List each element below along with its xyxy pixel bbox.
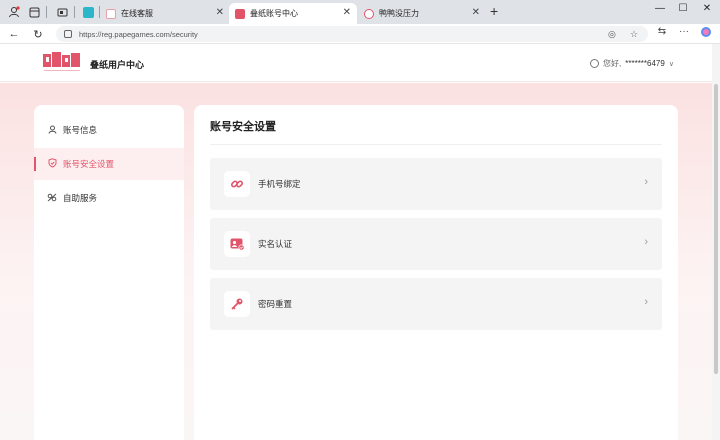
copilot-icon[interactable] <box>698 26 714 41</box>
row-label: 密码重置 <box>258 299 293 309</box>
link-icon <box>224 171 250 197</box>
sidebar-item-label: 账号安全设置 <box>63 159 115 169</box>
new-tab-icon[interactable]: + <box>490 3 498 19</box>
minimize-icon[interactable]: — <box>650 3 670 14</box>
shield-icon <box>47 158 57 170</box>
site-header: 叠纸用户中心 您好, *******6479 ∨ <box>0 44 712 82</box>
tab-label: 鸭鸭没压力 <box>379 9 419 18</box>
row-label: 实名认证 <box>258 239 293 249</box>
sidebar-item-account-info[interactable]: 账号信息 <box>34 114 184 146</box>
tab-actions-icon[interactable] <box>54 4 70 20</box>
close-tab-icon[interactable]: ✕ <box>216 7 224 18</box>
browser-toolbar: ← ↻ https://reg.papegames.com/security ◎… <box>0 24 720 44</box>
maximize-icon[interactable]: ☐ <box>673 3 693 14</box>
security-panel: 账号安全设置 手机号绑定 › 实名认证 › 密码重置 › <box>194 105 678 440</box>
security-row-phone-binding[interactable]: 手机号绑定 › <box>210 158 662 210</box>
profile-icon[interactable] <box>6 4 22 20</box>
tab-favicon-icon <box>235 8 245 19</box>
tab-yaya[interactable]: 鸭鸭没压力 ✕ <box>358 3 486 24</box>
sidebar-item-label: 自助服务 <box>63 193 98 203</box>
more-menu-icon[interactable]: ··· <box>676 26 692 37</box>
pinned-tab-icon[interactable] <box>80 4 96 20</box>
page-title: 账号安全设置 <box>210 121 276 133</box>
favorite-star-icon[interactable]: ☆ <box>630 29 638 40</box>
chevron-right-icon: › <box>644 236 648 248</box>
security-row-real-name[interactable]: 实名认证 › <box>210 218 662 270</box>
avatar-icon <box>590 59 599 68</box>
page-scrollbar[interactable] <box>712 44 720 440</box>
tab-favicon-icon <box>364 8 374 19</box>
self-service-icon <box>47 193 57 204</box>
papegames-logo[interactable] <box>42 51 82 73</box>
chevron-right-icon: › <box>644 176 648 188</box>
sidebar-item-label: 账号信息 <box>63 125 98 135</box>
tab-favicon-icon <box>106 8 116 19</box>
username-text: *******6479 <box>625 59 665 68</box>
tab-label: 叠纸账号中心 <box>250 9 298 18</box>
tab-customer-service[interactable]: 在线客服 ✕ <box>100 3 230 24</box>
chevron-right-icon: › <box>644 296 648 308</box>
close-tab-icon[interactable]: ✕ <box>472 7 480 18</box>
collections-icon[interactable]: ⇆ <box>654 26 670 37</box>
window-close-icon[interactable]: ✕ <box>697 3 717 14</box>
back-icon[interactable]: ← <box>6 26 22 42</box>
sidebar: 账号信息 账号安全设置 自助服务 <box>34 105 184 440</box>
chevron-down-icon: ∨ <box>668 60 674 68</box>
user-icon <box>47 125 57 136</box>
greeting-text: 您好, <box>603 59 622 68</box>
sidebar-item-security[interactable]: 账号安全设置 <box>34 148 184 180</box>
row-label: 手机号绑定 <box>258 179 301 189</box>
tab-account-center[interactable]: 叠纸账号中心 ✕ <box>229 3 357 24</box>
sidebar-item-self-service[interactable]: 自助服务 <box>34 182 184 214</box>
scrollbar-thumb[interactable] <box>714 84 718 374</box>
id-card-icon <box>224 231 250 257</box>
divider <box>210 144 662 145</box>
url-text: https://reg.papegames.com/security <box>79 29 198 39</box>
refresh-icon[interactable]: ↻ <box>30 26 46 42</box>
lock-icon <box>64 30 72 38</box>
site-brand-title: 叠纸用户中心 <box>90 60 145 70</box>
workspaces-icon[interactable] <box>26 4 42 20</box>
reader-icon[interactable]: ◎ <box>608 29 616 40</box>
browser-tab-strip: 在线客服 ✕ 叠纸账号中心 ✕ 鸭鸭没压力 ✕ + — ☐ ✕ <box>0 0 720 24</box>
address-bar[interactable]: https://reg.papegames.com/security ◎ ☆ <box>56 26 648 42</box>
key-icon <box>224 291 250 317</box>
user-menu[interactable]: 您好, *******6479 ∨ <box>590 58 674 69</box>
tab-label: 在线客服 <box>121 9 153 18</box>
close-tab-icon[interactable]: ✕ <box>343 7 351 18</box>
security-row-password-reset[interactable]: 密码重置 › <box>210 278 662 330</box>
